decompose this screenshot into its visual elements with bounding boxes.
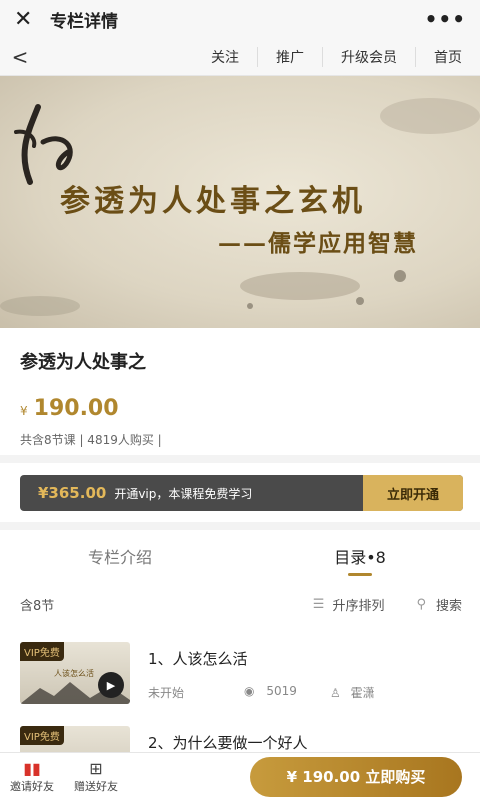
red-envelope-icon: ▮▮ xyxy=(23,758,41,778)
author-name: 霍潇 xyxy=(350,686,375,700)
currency-symbol: ¥ xyxy=(20,404,28,418)
banner-subtitle: ——儒学应用智慧 xyxy=(218,230,418,257)
user-icon: ♙ xyxy=(330,686,341,700)
play-icon[interactable]: ▶ xyxy=(98,672,124,698)
window-title: 专栏详情 xyxy=(50,11,118,32)
vip-promo-bar: ¥365.00 开通vip，本课程免费学习 立即开通 xyxy=(20,475,463,511)
lesson-title: 2、为什么要做一个好人 xyxy=(148,734,308,752)
nav-bar: < 关注 推广 升级会员 首页 xyxy=(0,38,480,76)
tab-bar: 专栏介绍 目录•8 xyxy=(0,530,480,582)
eye-icon: ◉ xyxy=(244,684,255,698)
lesson-views: ◉ 5019 xyxy=(244,684,297,698)
list-header: 含8节 ☰ 升序排列 ⚲ 搜索 xyxy=(0,590,480,618)
vip-text: 开通vip，本课程免费学习 xyxy=(114,486,253,501)
course-name: 参透为人处事之 xyxy=(20,352,146,373)
sort-button[interactable]: 升序排列 xyxy=(332,595,384,614)
search-icon[interactable]: ⚲ xyxy=(416,597,426,612)
bottom-action-bar: ▮▮ 邀请好友 ⊞ 赠送好友 ¥ 190.00 立即购买 xyxy=(0,752,480,800)
section-divider xyxy=(0,522,480,530)
nav-upgrade-link[interactable]: 升级会员 xyxy=(322,46,415,67)
gift-label: 赠送好友 xyxy=(74,779,118,793)
gift-icon: ⊞ xyxy=(89,758,103,778)
buy-now-button[interactable]: ¥ 190.00 立即购买 xyxy=(250,756,462,797)
vip-price: ¥365.00 xyxy=(38,484,107,502)
views-count: 5019 xyxy=(266,684,297,698)
nav-promote-link[interactable]: 推广 xyxy=(257,46,322,67)
nav-follow-link[interactable]: 关注 xyxy=(193,47,257,67)
course-info: 参透为人处事之 ¥190.00 共含8节课 | 4819人购买 | xyxy=(0,328,480,448)
lesson-status: 未开始 xyxy=(148,686,185,700)
lesson-author: ♙ 霍潇 xyxy=(330,684,375,701)
banner-title: 参透为人处事之玄机 xyxy=(60,184,366,219)
tab-intro[interactable]: 专栏介绍 xyxy=(0,530,240,582)
invite-label: 邀请好友 xyxy=(10,779,54,793)
nav-home-link[interactable]: 首页 xyxy=(415,46,480,67)
vip-free-badge: VIP免费 xyxy=(20,642,64,661)
invite-friends-button[interactable]: ▮▮ 邀请好友 xyxy=(0,758,64,794)
search-button[interactable]: 搜索 xyxy=(436,595,462,614)
back-icon[interactable]: < xyxy=(0,45,40,69)
course-meta: 共含8节课 | 4819人购买 | xyxy=(20,433,162,447)
vip-free-badge: VIP免费 xyxy=(20,726,64,745)
price-value: 190.00 xyxy=(33,396,119,421)
more-menu-icon[interactable]: ••• xyxy=(425,7,466,31)
tab-catalog[interactable]: 目录•8 xyxy=(240,530,480,582)
nav-links: 关注 推广 升级会员 首页 xyxy=(193,46,480,67)
section-divider xyxy=(0,455,480,463)
window-titlebar: ✕ 专栏详情 ••• xyxy=(0,0,480,38)
lesson-thumbnail[interactable]: VIP免费 人该怎么活 ▶ xyxy=(20,642,130,704)
list-item[interactable]: VIP免费 人该怎么活 ▶ 1、人该怎么活 未开始 ◉ 5019 ♙ 霍潇 xyxy=(0,642,480,724)
sort-icon[interactable]: ☰ xyxy=(313,597,325,612)
course-banner: 参透为人处事之玄机 ——儒学应用智慧 xyxy=(0,76,480,328)
lesson-count: 含8节 xyxy=(20,598,55,614)
close-icon[interactable]: ✕ xyxy=(14,7,38,32)
lesson-title: 1、人该怎么活 xyxy=(148,650,248,668)
vip-open-button[interactable]: 立即开通 xyxy=(363,475,463,511)
course-price: ¥190.00 xyxy=(20,396,460,421)
gift-friends-button[interactable]: ⊞ 赠送好友 xyxy=(64,758,128,794)
